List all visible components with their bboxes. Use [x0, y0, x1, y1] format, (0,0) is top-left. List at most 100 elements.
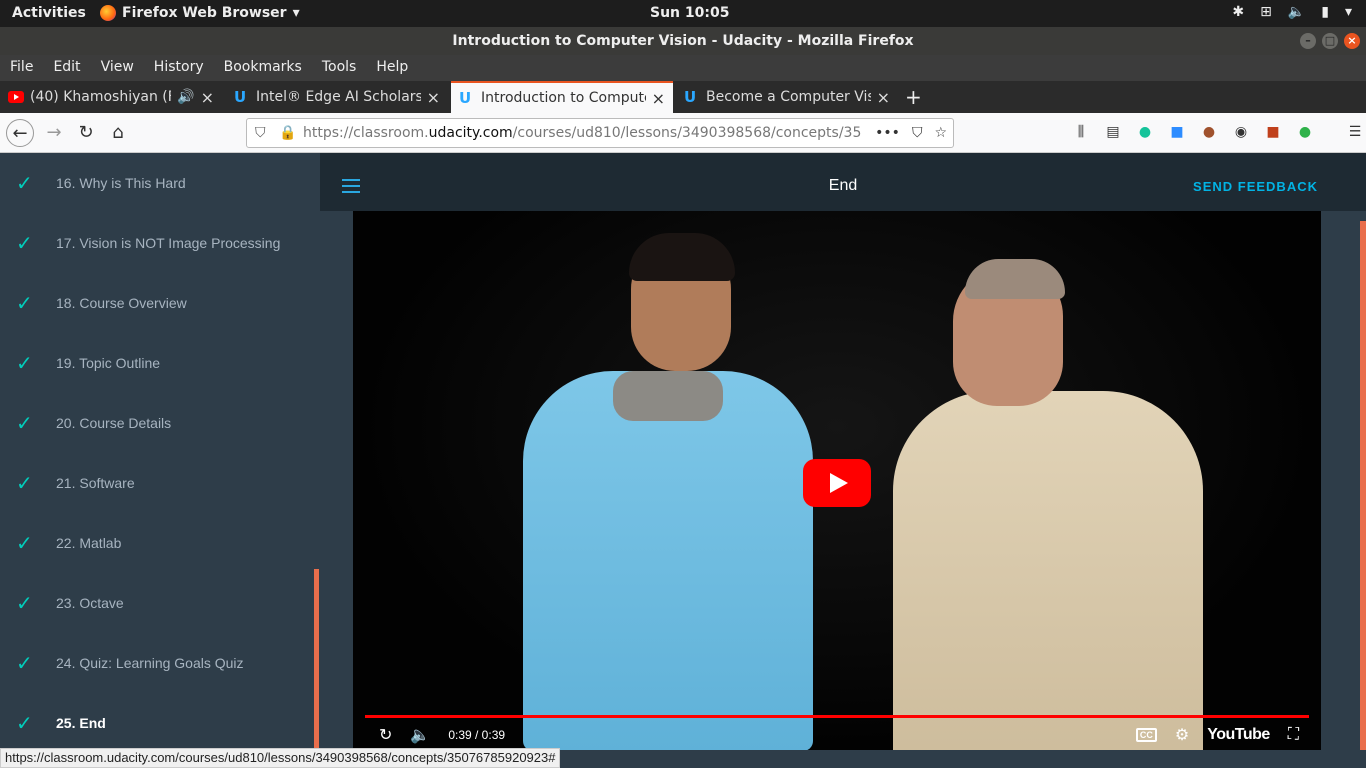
- send-feedback-button[interactable]: SEND FEEDBACK: [1193, 179, 1318, 194]
- sidebar-item-label: 18. Course Overview: [56, 295, 187, 311]
- sidebar-item-course-overview[interactable]: ✓ 18. Course Overview: [0, 273, 320, 333]
- app-menu[interactable]: Firefox Web Browser ▾: [100, 5, 300, 21]
- tab-bar: (40) Khamoshiyan (Fro 🔊 × U Intel® Edge …: [0, 81, 1366, 113]
- menu-history[interactable]: History: [144, 55, 214, 81]
- library-icon[interactable]: ⫼: [1072, 123, 1090, 141]
- play-button[interactable]: [803, 459, 871, 507]
- check-icon: ✓: [16, 291, 33, 315]
- close-tab-icon[interactable]: ×: [201, 88, 214, 107]
- clock[interactable]: Sun 10:05: [650, 5, 729, 21]
- menu-bookmarks[interactable]: Bookmarks: [214, 55, 312, 81]
- reload-button[interactable]: ↻: [72, 119, 100, 147]
- sidebar-item-end[interactable]: ✓ 25. End: [0, 693, 320, 750]
- menu-view[interactable]: View: [91, 55, 144, 81]
- extension-green-icon[interactable]: ●: [1296, 123, 1314, 141]
- youtube-logo[interactable]: YouTube: [1207, 726, 1270, 744]
- activities-button[interactable]: Activities: [12, 5, 86, 21]
- check-icon: ✓: [16, 531, 33, 555]
- sidebar-item-label: 19. Topic Outline: [56, 355, 161, 371]
- sidebar-item-learning-goals-quiz[interactable]: ✓ 24. Quiz: Learning Goals Quiz: [0, 633, 320, 693]
- settings-gear-icon[interactable]: ⚙: [1175, 725, 1189, 745]
- udacity-icon: U: [684, 88, 697, 106]
- sidebar-item-topic-outline[interactable]: ✓ 19. Topic Outline: [0, 333, 320, 393]
- video-progress-bar[interactable]: [365, 715, 1309, 718]
- sidebar-item-label: 20. Course Details: [56, 415, 172, 431]
- home-button[interactable]: ⌂: [104, 119, 132, 147]
- system-top-bar: Activities Firefox Web Browser ▾ Sun 10:…: [0, 0, 1366, 27]
- youtube-icon: [8, 91, 24, 103]
- sidebar-item-course-details[interactable]: ✓ 20. Course Details: [0, 393, 320, 453]
- sidebar-scrollbar[interactable]: [314, 569, 319, 750]
- network-icon[interactable]: ⊞: [1260, 4, 1272, 20]
- extension-orange-icon[interactable]: ■: [1264, 123, 1282, 141]
- replay-icon[interactable]: ↻: [379, 725, 392, 745]
- new-tab-button[interactable]: +: [905, 85, 922, 109]
- sidebar-item-matlab[interactable]: ✓ 22. Matlab: [0, 513, 320, 573]
- link-status-bar: https://classroom.udacity.com/courses/ud…: [0, 748, 561, 768]
- minimize-button[interactable]: –: [1300, 33, 1316, 49]
- fullscreen-icon[interactable]: ⛶: [1288, 726, 1299, 744]
- main-scrollbar[interactable]: [1360, 211, 1366, 750]
- tab-intel-edge-ai[interactable]: U Intel® Edge AI Scholarsh ×: [226, 81, 448, 113]
- firefox-icon: [100, 5, 116, 21]
- url-bar[interactable]: ⛉ 🔒 https://classroom.udacity.com/course…: [246, 118, 954, 148]
- presenter-right-hair: [965, 259, 1065, 299]
- volume-icon[interactable]: 🔈: [1288, 4, 1305, 20]
- tab-youtube[interactable]: (40) Khamoshiyan (Fro 🔊 ×: [0, 81, 222, 113]
- speaker-icon[interactable]: 🔊: [177, 89, 194, 105]
- battery-icon[interactable]: ▮: [1321, 4, 1329, 20]
- account-icon[interactable]: ◉: [1232, 123, 1250, 141]
- check-icon: ✓: [16, 651, 33, 675]
- menu-tools[interactable]: Tools: [312, 55, 367, 81]
- check-icon: ✓: [16, 351, 33, 375]
- menu-file[interactable]: File: [0, 55, 43, 81]
- pocket-icon[interactable]: ⛉: [912, 119, 923, 147]
- presenter-left-hair: [629, 233, 735, 281]
- close-tab-icon[interactable]: ×: [652, 89, 665, 108]
- back-button[interactable]: ←: [6, 119, 34, 147]
- captions-button[interactable]: CC: [1135, 728, 1157, 742]
- lesson-main: End SEND FEEDBACK ↻ 🔈 0:39 / 0:39 CC ⚙ Y…: [320, 153, 1366, 750]
- page-actions-button[interactable]: •••: [875, 119, 900, 147]
- navigation-toolbar: ← → ↻ ⌂ ⛉ 🔒 https://classroom.udacity.co…: [0, 113, 1366, 153]
- accessibility-icon[interactable]: ✱: [1232, 4, 1244, 20]
- url-prefix: https://classroom.: [303, 125, 429, 141]
- window-title-bar: Introduction to Computer Vision - Udacit…: [0, 27, 1366, 55]
- maximize-button[interactable]: □: [1322, 33, 1338, 49]
- tracking-shield-icon[interactable]: ⛉: [255, 119, 266, 147]
- url-path: /courses/ud810/lessons/3490398568/concep…: [512, 125, 862, 141]
- hamburger-menu-icon[interactable]: ☰: [1346, 123, 1364, 141]
- lesson-header: End SEND FEEDBACK: [320, 153, 1366, 211]
- zoom-extension-icon[interactable]: ■: [1168, 123, 1186, 141]
- bookmark-star-icon[interactable]: ☆: [934, 119, 947, 147]
- video-player[interactable]: ↻ 🔈 0:39 / 0:39 CC ⚙ YouTube ⛶: [353, 211, 1321, 750]
- close-tab-icon[interactable]: ×: [877, 88, 890, 107]
- sidebar-item-octave[interactable]: ✓ 23. Octave: [0, 573, 320, 633]
- close-tab-icon[interactable]: ×: [427, 88, 440, 107]
- menu-help[interactable]: Help: [366, 55, 418, 81]
- url-domain: udacity.com: [428, 125, 513, 141]
- presenter-right: [893, 391, 1203, 750]
- reader-view-icon[interactable]: ▤: [1104, 123, 1122, 141]
- window-title: Introduction to Computer Vision - Udacit…: [452, 33, 914, 49]
- menu-edit[interactable]: Edit: [43, 55, 90, 81]
- system-menu-chevron-icon[interactable]: ▾: [1345, 4, 1352, 20]
- lock-icon[interactable]: 🔒: [279, 119, 296, 147]
- forward-button[interactable]: →: [40, 119, 68, 147]
- check-icon: ✓: [16, 711, 33, 735]
- presenter-left: [523, 371, 813, 750]
- system-tray[interactable]: ✱ ⊞ 🔈 ▮ ▾: [1232, 4, 1352, 20]
- presenter-left-collar: [613, 371, 723, 421]
- sidebar-item-label: 17. Vision is NOT Image Processing: [56, 235, 281, 251]
- sidebar-item-vision-not-image-processing[interactable]: ✓ 17. Vision is NOT Image Processing: [0, 213, 320, 273]
- volume-icon[interactable]: 🔈: [410, 725, 430, 745]
- sidebar-item-label: 24. Quiz: Learning Goals Quiz: [56, 655, 244, 671]
- tab-become-cv[interactable]: U Become a Computer Visi ×: [676, 81, 898, 113]
- cookie-extension-icon[interactable]: ●: [1200, 123, 1218, 141]
- tab-intro-computer-vision[interactable]: U Introduction to Compute ×: [451, 81, 673, 113]
- sidebar-item-label: 22. Matlab: [56, 535, 122, 551]
- sidebar-item-why-hard[interactable]: ✓ 16. Why is This Hard: [0, 153, 320, 213]
- sidebar-item-software[interactable]: ✓ 21. Software: [0, 453, 320, 513]
- close-window-button[interactable]: ×: [1344, 33, 1360, 49]
- grammarly-icon[interactable]: ●: [1136, 123, 1154, 141]
